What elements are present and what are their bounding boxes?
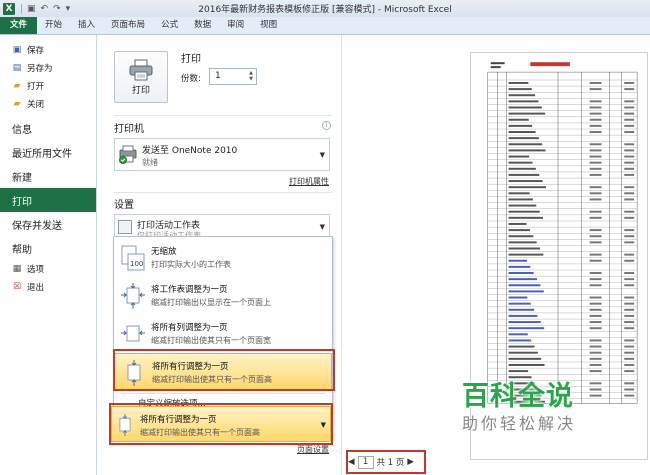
folder-close-icon: ▰	[13, 99, 21, 109]
chevron-down-icon: ▼	[319, 223, 325, 231]
print-heading: 打印	[181, 54, 201, 65]
fit-sheet-icon	[121, 283, 145, 309]
nav-open[interactable]: ▰ 打开	[0, 77, 96, 95]
divider	[120, 393, 326, 394]
exit-icon: ☒	[12, 282, 22, 292]
option-title: 将所有列调整为一页	[151, 323, 228, 333]
scaling-option-no-scaling[interactable]: 100 无缩放 打印实际大小的工作表	[114, 239, 332, 277]
option-desc: 缩减打印输出以显示在一个页面上	[151, 298, 271, 307]
option-desc: 打印实际大小的工作表	[151, 260, 231, 269]
chevron-down-icon: ▼	[319, 150, 325, 159]
printer-heading: 打印机	[114, 124, 144, 135]
printer-status: 就绪	[142, 158, 158, 167]
title-bar: X ▣ ↶ ↷ ▾ 2016年最新财务报表模板修正版 [兼容模式] - Micr…	[0, 0, 650, 17]
option-title: 无缩放	[151, 247, 177, 257]
scaling-option-fit-sheet[interactable]: 将工作表调整为一页 缩减打印输出以显示在一个页面上	[114, 277, 332, 315]
window-title: 2016年最新财务报表模板修正版 [兼容模式] - Microsoft Exce…	[198, 5, 452, 15]
backstage-nav: ▣ 保存 ▤ 另存为 ▰ 打开 ▰ 关闭 信息 最近所用文件 新建 打印 保存并…	[0, 35, 97, 475]
nav-save-label: 保存	[27, 46, 45, 56]
print-button[interactable]: 打印	[114, 51, 168, 103]
nav-new[interactable]: 新建	[0, 164, 96, 188]
settings-heading: 设置	[114, 200, 134, 211]
save-icon: ▣	[12, 45, 22, 55]
tab-data[interactable]: 数据	[186, 17, 219, 34]
options-icon: ▦	[12, 264, 22, 274]
nav-save-as-label: 另存为	[27, 64, 53, 74]
scaling-option-fit-columns[interactable]: 将所有列调整为一页 缩减打印输出使其只有一个页面宽	[114, 315, 332, 353]
divider	[114, 115, 332, 116]
option-title: 将工作表调整为一页	[151, 285, 228, 295]
svg-text:100: 100	[130, 260, 143, 268]
copies-value: 1	[215, 71, 221, 81]
nav-save-as[interactable]: ▤ 另存为	[0, 59, 96, 77]
info-icon[interactable]: i	[322, 121, 331, 130]
printer-select[interactable]: 发送至 OneNote 2010 就绪 ▼	[114, 138, 330, 171]
tab-file[interactable]: 文件	[0, 17, 38, 34]
nav-options-label: 选项	[27, 265, 45, 275]
onenote-printer-icon	[119, 145, 137, 164]
tab-review[interactable]: 审阅	[219, 17, 252, 34]
folder-open-icon: ▰	[13, 81, 21, 91]
nav-close[interactable]: ▰ 关闭	[0, 95, 96, 113]
annotation-highlight-box	[346, 450, 426, 474]
nav-info[interactable]: 信息	[0, 116, 96, 140]
copies-label: 份数:	[181, 74, 201, 84]
print-button-label: 打印	[131, 85, 150, 96]
copies-input[interactable]: 1 ▲ ▼	[209, 68, 257, 85]
watermark: 百科全说 助你轻松解决	[462, 381, 612, 451]
annotation-highlight-box	[113, 349, 335, 391]
watermark-brand: 百科全说	[462, 381, 574, 412]
nav-help[interactable]: 帮助	[0, 236, 96, 260]
fit-columns-icon	[121, 325, 145, 342]
nav-open-label: 打开	[27, 82, 45, 92]
no-scaling-icon: 100	[121, 245, 145, 271]
watermark-slogan: 助你轻松解决	[462, 414, 577, 433]
nav-print[interactable]: 打印	[0, 188, 96, 212]
option-desc: 缩减打印输出使其只有一个页面宽	[151, 336, 271, 345]
nav-save-send[interactable]: 保存并发送	[0, 212, 96, 236]
ribbon-tabs: 文件 开始 插入 页面布局 公式 数据 审阅 视图	[0, 17, 650, 35]
divider	[114, 192, 332, 193]
copies-stepper[interactable]: ▲ ▼	[247, 70, 255, 83]
printer-name: 发送至 OneNote 2010	[142, 146, 238, 156]
printer-icon	[129, 59, 153, 80]
save-as-icon: ▤	[12, 63, 22, 73]
nav-recent[interactable]: 最近所用文件	[0, 140, 96, 164]
tab-view[interactable]: 视图	[252, 17, 285, 34]
nav-close-label: 关闭	[27, 100, 45, 110]
page-setup-link[interactable]: 页面设置	[297, 444, 329, 455]
nav-options[interactable]: ▦ 选项	[0, 260, 96, 278]
sheet-icon	[118, 220, 132, 234]
nav-exit-label: 退出	[27, 283, 45, 293]
printer-properties-link[interactable]: 打印机属性	[289, 176, 329, 187]
tab-insert[interactable]: 插入	[70, 17, 103, 34]
nav-exit[interactable]: ☒ 退出	[0, 278, 96, 296]
tab-page-layout[interactable]: 页面布局	[103, 17, 153, 34]
print-settings-pane: 打印 打印 份数: 1 ▲ ▼ 打印机 i 发送至 OneNote 2010 就绪…	[98, 35, 342, 475]
tab-home[interactable]: 开始	[37, 17, 70, 34]
nav-save[interactable]: ▣ 保存	[0, 41, 96, 59]
annotation-highlight-box	[109, 403, 333, 445]
tab-formulas[interactable]: 公式	[153, 17, 186, 34]
